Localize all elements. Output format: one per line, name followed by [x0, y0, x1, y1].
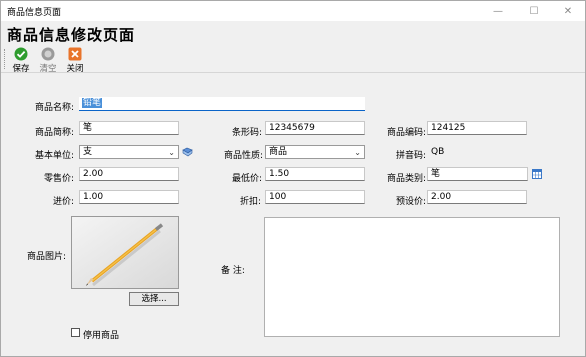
nature-value: 商品 — [269, 147, 288, 157]
code-label: 商品编码: — [387, 128, 427, 138]
retail-price-field[interactable]: 2.00 — [79, 167, 179, 181]
save-label: 保存 — [12, 64, 30, 74]
preset-price-label: 预设价: — [396, 197, 427, 207]
check-icon — [14, 47, 28, 61]
disable-product-checkbox[interactable] — [71, 328, 80, 337]
toolbar: 保存 清空 关闭 — [1, 45, 585, 74]
close-icon — [68, 47, 82, 61]
pencil-image — [72, 217, 178, 288]
pinyin-field[interactable]: QB — [427, 145, 527, 159]
unit-label: 基本单位: — [35, 151, 75, 161]
toolbar-grip[interactable] — [4, 49, 7, 69]
window-title: 商品信息页面 — [7, 8, 62, 18]
chevron-down-icon: ⌄ — [168, 148, 175, 157]
main-window: 商品信息页面 — ☐ ✕ 商品信息修改页面 保存 清空 关闭 商品名称: 铅笔 … — [0, 0, 586, 357]
barcode-field[interactable]: 12345679 — [265, 121, 365, 135]
discount-field[interactable]: 100 — [265, 190, 365, 204]
short-name-field[interactable]: 笔 — [79, 121, 179, 135]
cost-price-field[interactable]: 1.00 — [79, 190, 179, 204]
unit-select[interactable]: 支 ⌄ — [79, 145, 179, 159]
close-window-icon[interactable]: ✕ — [551, 1, 585, 21]
page-title: 商品信息修改页面 — [7, 26, 136, 44]
category-field[interactable]: 笔 — [427, 167, 528, 181]
clear-button[interactable]: 清空 — [35, 47, 61, 74]
disable-product-label: 停用商品 — [83, 331, 120, 341]
name-value: 铅笔 — [82, 98, 103, 108]
unit-value: 支 — [83, 147, 93, 157]
min-price-label: 最低价: — [232, 174, 263, 184]
image-label: 商品图片: — [27, 252, 67, 262]
maximize-icon[interactable]: ☐ — [517, 1, 551, 21]
grid-icon[interactable] — [532, 169, 542, 179]
code-field[interactable]: 124125 — [427, 121, 527, 135]
preset-price-field[interactable]: 2.00 — [427, 190, 527, 204]
name-field[interactable]: 铅笔 — [79, 97, 365, 111]
close-label: 关闭 — [66, 64, 84, 74]
min-price-field[interactable]: 1.50 — [265, 167, 365, 181]
title-bar: 商品信息页面 — ☐ ✕ — [1, 1, 585, 21]
name-label: 商品名称: — [35, 103, 75, 113]
category-label: 商品类别: — [387, 174, 427, 184]
nature-select[interactable]: 商品 ⌄ — [265, 145, 365, 159]
short-name-label: 商品简称: — [35, 128, 75, 138]
minimize-icon[interactable]: — — [481, 1, 515, 21]
cost-price-label: 进价: — [53, 197, 75, 207]
clear-label: 清空 — [39, 64, 57, 74]
barcode-label: 条形码: — [232, 128, 263, 138]
save-button[interactable]: 保存 — [8, 47, 34, 74]
chevron-down-icon: ⌄ — [354, 148, 361, 157]
pinyin-label: 拼音码: — [396, 151, 427, 161]
choose-image-button[interactable]: 选择... — [129, 292, 179, 306]
book-icon[interactable] — [182, 147, 193, 157]
remark-label: 备 注: — [221, 266, 245, 276]
product-image — [71, 216, 179, 289]
close-button[interactable]: 关闭 — [62, 47, 88, 74]
nature-label: 商品性质: — [224, 151, 264, 161]
discount-label: 折扣: — [240, 197, 262, 207]
retail-price-label: 零售价: — [44, 174, 75, 184]
clear-icon — [41, 47, 55, 61]
remark-textarea[interactable] — [264, 217, 560, 337]
